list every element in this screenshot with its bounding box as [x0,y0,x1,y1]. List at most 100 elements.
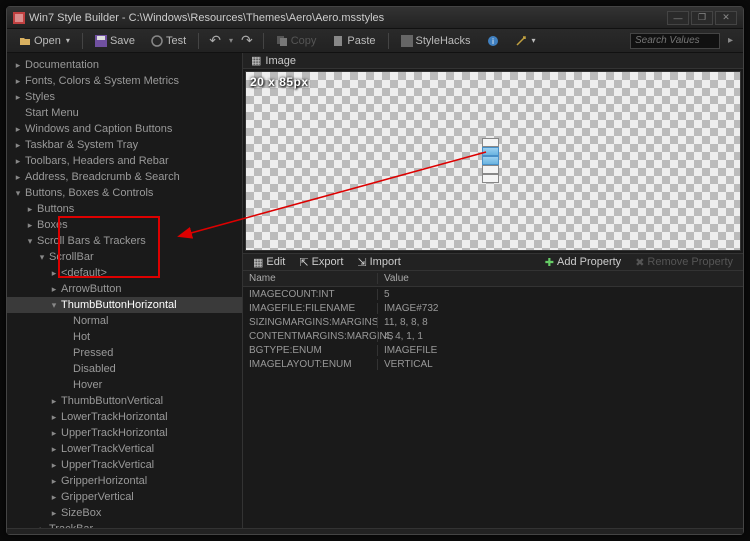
navigation-tree[interactable]: Documentation Fonts, Colors & System Metr… [7,53,243,528]
image-preview-area[interactable]: 20 x 85px [245,71,741,251]
tree-item[interactable]: ArrowButton [7,281,242,297]
statusbar [7,528,743,534]
expand-arrow-icon[interactable] [25,236,35,246]
expand-arrow-icon[interactable] [13,188,23,198]
nav-forward-button[interactable]: ↷ [237,32,257,49]
leaf-icon [61,364,71,374]
info-button[interactable]: i [481,33,505,49]
property-row[interactable]: BGTYPE:ENUMIMAGEFILE [243,343,743,357]
tree-item[interactable]: <default> [7,265,242,281]
tree-item[interactable]: Hot [7,329,242,345]
tree-item[interactable]: Address, Breadcrumb & Search [7,169,242,185]
copy-button[interactable]: Copy [270,33,323,49]
tree-item-label: GripperVertical [59,491,134,503]
expand-arrow-icon[interactable] [37,252,47,262]
expand-arrow-icon[interactable] [49,396,59,406]
leaf-icon [61,316,71,326]
tree-item[interactable]: Boxes [7,217,242,233]
expand-arrow-icon[interactable] [13,60,23,70]
expand-arrow-icon[interactable] [13,92,23,102]
property-row[interactable]: IMAGEFILE:FILENAMEIMAGE#732 [243,301,743,315]
tree-item-label: LowerTrackVertical [59,443,154,455]
tree-item[interactable]: SizeBox [7,505,242,521]
column-header-name[interactable]: Name [243,273,377,284]
tree-item[interactable]: Normal [7,313,242,329]
property-row[interactable]: IMAGECOUNT:INT5 [243,287,743,301]
expand-arrow-icon[interactable] [25,204,35,214]
paste-button[interactable]: Paste [326,33,381,49]
tree-item[interactable]: Hover [7,377,242,393]
wand-button[interactable]: ▾ [509,33,542,49]
tree-item[interactable]: UpperTrackVertical [7,457,242,473]
minimize-button[interactable]: — [667,11,689,25]
expand-arrow-icon[interactable] [49,460,59,470]
search-go-button[interactable]: ▸ [724,35,737,46]
tree-item[interactable]: ScrollBar [7,249,242,265]
expand-arrow-icon[interactable] [49,444,59,454]
expand-arrow-icon[interactable] [49,508,59,518]
tree-item[interactable]: GripperVertical [7,489,242,505]
expand-arrow-icon[interactable] [13,140,23,150]
remove-property-button[interactable]: ✖Remove Property [629,256,739,269]
close-button[interactable]: ✕ [715,11,737,25]
expand-arrow-icon[interactable] [13,172,23,182]
tree-item[interactable]: ThumbButtonHorizontal [7,297,242,313]
import-property-button[interactable]: ⇲Import [351,256,406,269]
expand-arrow-icon[interactable] [13,76,23,86]
nav-back-button[interactable]: ↶ [205,32,225,49]
tree-item-label: Pressed [71,347,113,359]
leaf-icon [61,332,71,342]
add-property-button[interactable]: ✚Add Property [539,256,627,269]
tree-item[interactable]: TrackBar [7,521,242,528]
save-button[interactable]: Save [89,33,141,49]
maximize-button[interactable]: ❐ [691,11,713,25]
expand-arrow-icon[interactable] [13,156,23,166]
tree-item-label: <default> [59,267,107,279]
tree-item[interactable]: Disabled [7,361,242,377]
tree-item[interactable]: UpperTrackHorizontal [7,425,242,441]
expand-arrow-icon[interactable] [49,412,59,422]
column-header-value[interactable]: Value [377,273,743,284]
property-table[interactable]: Name Value IMAGECOUNT:INT5IMAGEFILE:FILE… [243,271,743,528]
titlebar[interactable]: Win7 Style Builder - C:\Windows\Resource… [7,7,743,29]
expand-arrow-icon[interactable] [49,300,59,310]
tree-item-label: UpperTrackHorizontal [59,427,168,439]
property-row[interactable]: IMAGELAYOUT:ENUMVERTICAL [243,357,743,371]
expand-arrow-icon[interactable] [25,220,35,230]
tree-item[interactable]: Toolbars, Headers and Rebar [7,153,242,169]
test-button[interactable]: Test [145,33,192,49]
property-row[interactable]: CONTENTMARGINS:MARGINS4, 4, 1, 1 [243,329,743,343]
property-value: 11, 8, 8, 8 [377,317,743,328]
expand-arrow-icon[interactable] [13,124,23,134]
tree-item[interactable]: Buttons [7,201,242,217]
expand-arrow-icon[interactable] [49,284,59,294]
stylehacks-button[interactable]: StyleHacks [395,33,477,49]
tree-item-label: Fonts, Colors & System Metrics [23,75,179,87]
expand-arrow-icon[interactable] [37,524,47,528]
tree-item-label: GripperHorizontal [59,475,147,487]
property-row[interactable]: SIZINGMARGINS:MARGINS11, 8, 8, 8 [243,315,743,329]
tree-item[interactable]: Windows and Caption Buttons [7,121,242,137]
search-input[interactable] [630,33,720,49]
tree-item[interactable]: Documentation [7,57,242,73]
export-property-button[interactable]: ⇱Export [293,256,349,269]
tree-item[interactable]: Fonts, Colors & System Metrics [7,73,242,89]
window-title: Win7 Style Builder - C:\Windows\Resource… [29,12,667,24]
tree-item[interactable]: Start Menu [7,105,242,121]
expand-arrow-icon[interactable] [49,492,59,502]
tree-item[interactable]: Styles [7,89,242,105]
tree-item[interactable]: Pressed [7,345,242,361]
tree-item[interactable]: LowerTrackHorizontal [7,409,242,425]
expand-arrow-icon[interactable] [49,268,59,278]
tree-item[interactable]: Taskbar & System Tray [7,137,242,153]
tree-item[interactable]: ThumbButtonVertical [7,393,242,409]
tree-item[interactable]: Scroll Bars & Trackers [7,233,242,249]
expand-arrow-icon[interactable] [49,476,59,486]
tree-item[interactable]: GripperHorizontal [7,473,242,489]
open-button[interactable]: Open▾ [13,33,76,49]
tree-item[interactable]: Buttons, Boxes & Controls [7,185,242,201]
tree-item[interactable]: LowerTrackVertical [7,441,242,457]
expand-arrow-icon[interactable] [49,428,59,438]
folder-icon [19,35,31,47]
edit-property-button[interactable]: ▦Edit [247,256,291,269]
